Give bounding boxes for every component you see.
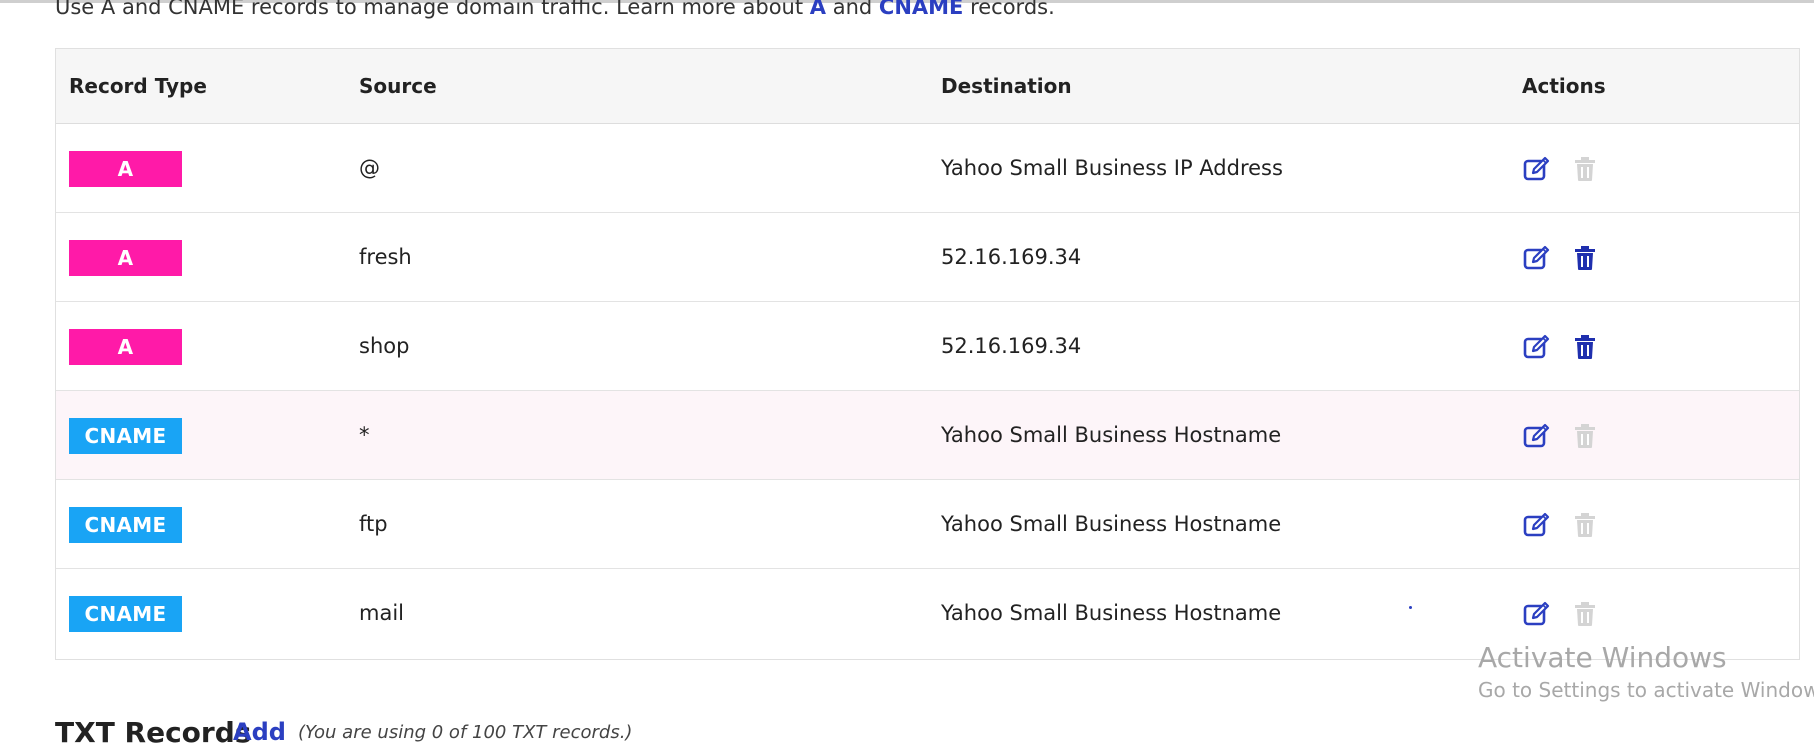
edit-icon[interactable] xyxy=(1522,332,1552,362)
table-row: CNAME * Yahoo Small Business Hostname xyxy=(56,391,1799,480)
source-cell: fresh xyxy=(359,245,412,269)
trash-icon xyxy=(1570,154,1600,184)
trash-icon xyxy=(1570,510,1600,540)
txt-records-title: TXT Records xyxy=(55,716,252,749)
row-actions xyxy=(1522,421,1600,451)
record-type-badge-a: A xyxy=(69,329,182,365)
header-record-type: Record Type xyxy=(69,74,207,98)
record-type-badge-cname: CNAME xyxy=(69,418,182,454)
watermark-subtitle: Go to Settings to activate Windows. xyxy=(1478,678,1814,702)
table-row: Afresh 52.16.169.34 xyxy=(56,213,1799,302)
trash-icon[interactable] xyxy=(1570,332,1600,362)
watermark-title: Activate Windows xyxy=(1478,641,1727,674)
table-header: Record Type Source Destination Actions xyxy=(56,49,1799,124)
source-cell: shop xyxy=(359,334,410,358)
destination-cell: 52.16.169.34 xyxy=(941,334,1082,358)
edit-icon[interactable] xyxy=(1522,243,1552,273)
table-row: A @ Yahoo Small Business IP Address xyxy=(56,124,1799,213)
source-cell: @ xyxy=(359,156,380,180)
row-actions xyxy=(1522,243,1600,273)
row-actions xyxy=(1522,510,1600,540)
table-row: Ashop 52.16.169.34 xyxy=(56,302,1799,391)
source-cell: ftp xyxy=(359,512,388,536)
learn-more-cname-link[interactable]: CNAME xyxy=(879,0,963,19)
header-destination: Destination xyxy=(941,74,1072,98)
intro-text: Use A and CNAME records to manage domain… xyxy=(55,0,1055,22)
trash-icon xyxy=(1570,599,1600,629)
row-actions xyxy=(1522,154,1600,184)
edit-icon[interactable] xyxy=(1522,421,1552,451)
record-type-badge-a: A xyxy=(69,240,182,276)
txt-records-usage-note: (You are using 0 of 100 TXT records.) xyxy=(298,722,633,743)
record-type-badge-cname: CNAME xyxy=(69,507,182,543)
edit-icon[interactable] xyxy=(1522,154,1552,184)
intro-suffix: records. xyxy=(963,0,1055,19)
source-cell: * xyxy=(359,423,370,447)
table-row: CNAME ftp Yahoo Small Business Hostname xyxy=(56,480,1799,569)
destination-cell: Yahoo Small Business Hostname xyxy=(941,512,1282,536)
windows-activation-watermark: Activate Windows Go to Settings to activ… xyxy=(1478,640,1814,704)
record-type-badge-cname: CNAME xyxy=(69,596,182,632)
destination-cell: Yahoo Small Business IP Address xyxy=(941,156,1283,180)
row-actions xyxy=(1522,332,1600,362)
header-actions: Actions xyxy=(1522,74,1606,98)
destination-cell: Yahoo Small Business Hostname xyxy=(941,423,1282,447)
trash-icon[interactable] xyxy=(1570,243,1600,273)
intro-middle: and xyxy=(826,0,879,19)
table-body: A @ Yahoo Small Business IP Address Afresh 5… xyxy=(56,124,1799,659)
txt-records-add-link[interactable]: Add xyxy=(233,718,286,746)
destination-cell: Yahoo Small Business Hostname xyxy=(941,601,1282,625)
edit-icon[interactable] xyxy=(1522,599,1552,629)
trash-icon xyxy=(1570,421,1600,451)
intro-prefix: Use A and CNAME records to manage domain… xyxy=(55,0,810,19)
learn-more-a-link[interactable]: A xyxy=(810,0,826,19)
row-actions xyxy=(1522,599,1600,629)
header-source: Source xyxy=(359,74,437,98)
edit-icon[interactable] xyxy=(1522,510,1552,540)
record-type-badge-a: A xyxy=(69,151,182,187)
dns-records-table: Record Type Source Destination Actions A… xyxy=(55,48,1800,660)
stray-dot xyxy=(1409,606,1412,609)
source-cell: mail xyxy=(359,601,404,625)
destination-cell: 52.16.169.34 xyxy=(941,245,1082,269)
